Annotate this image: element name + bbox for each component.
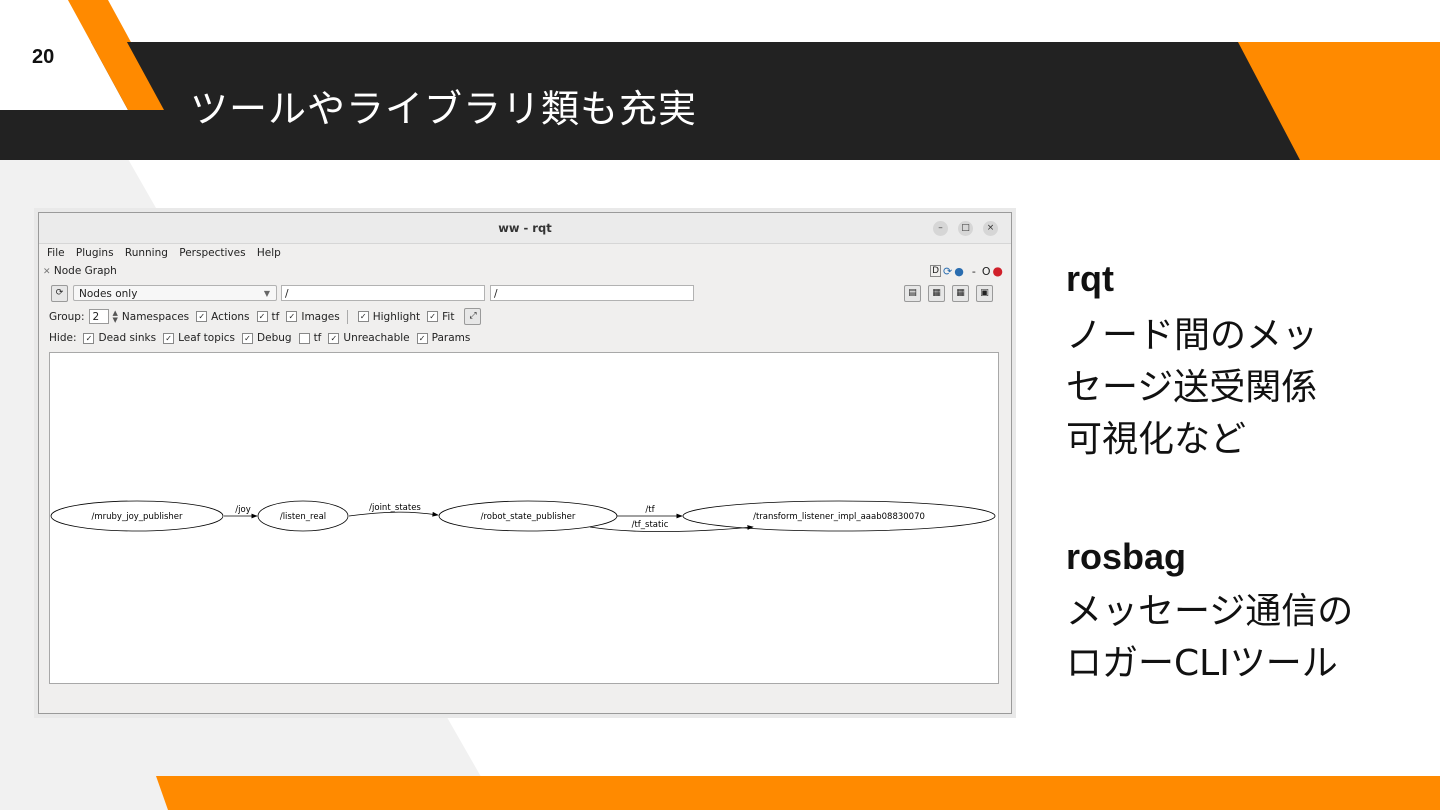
graph-edge [589, 525, 754, 532]
filter-combo-value: Nodes only [79, 288, 138, 300]
images-checkbox[interactable]: ✓ [286, 311, 298, 322]
hide-tf-label: tf [313, 332, 322, 344]
node-label: /mruby_joy_publisher [92, 512, 183, 522]
node-label: /robot_state_publisher [481, 512, 576, 522]
refresh-graph-icon[interactable]: ⟳ [51, 285, 68, 302]
plugin-close-icon[interactable]: ● [993, 264, 1003, 278]
rqt-heading: rqt [1066, 258, 1114, 299]
menu-running[interactable]: Running [125, 247, 168, 259]
group-spinbox[interactable]: 2 [88, 309, 109, 324]
bottom-orange-bar [156, 776, 1440, 810]
rqt-line: セージ送受関係 [1066, 367, 1318, 408]
group-label: Group: [49, 310, 85, 323]
plugin-header: ✕ Node Graph [43, 265, 117, 277]
rqt-window: ww - rqt – □ × File Plugins Running Pers… [38, 212, 1012, 714]
menu-file[interactable]: File [47, 247, 65, 259]
plugin-o-button[interactable]: O [982, 265, 991, 278]
maximize-icon[interactable]: □ [958, 221, 973, 236]
load-dot-icon[interactable]: ▤ [904, 285, 921, 302]
plugin-d-button[interactable]: D [930, 265, 942, 277]
options-row: Group: 2 ▲ ▼ Namespaces ✓ Actions ✓ tf ✓ Ima… [49, 308, 482, 325]
namespace-filter-input[interactable]: / [281, 285, 485, 301]
hide-row: Hide: ✓ Dead sinks ✓ Leaf topics ✓ Debug tf… [49, 332, 470, 344]
actions-label: Actions [211, 310, 250, 323]
hide-tf-checkbox[interactable] [298, 332, 310, 344]
dead-sinks-label: Dead sinks [98, 332, 157, 344]
fit-checkbox[interactable]: ✓ [427, 311, 439, 322]
plugin-icon: ✕ [43, 267, 51, 277]
graph-canvas[interactable]: /mruby_joy_publisher /listen_real /robot… [49, 352, 999, 684]
window-title: ww - rqt [498, 221, 552, 235]
menu-perspectives[interactable]: Perspectives [179, 247, 245, 259]
menu-plugins[interactable]: Plugins [76, 247, 114, 259]
save-svg-icon[interactable]: ▦ [952, 285, 969, 302]
rosbag-description: メッセージ通信の ロガーCLIツール [1066, 586, 1353, 690]
close-icon[interactable]: × [983, 221, 998, 236]
separator [346, 309, 348, 324]
plugin-dash-button[interactable]: - [972, 265, 976, 278]
unreachable-label: Unreachable [343, 332, 410, 344]
debug-checkbox[interactable]: ✓ [242, 332, 254, 344]
highlight-label: Highlight [372, 310, 421, 323]
rqt-line: 可視化など [1066, 419, 1247, 460]
images-label: Images [301, 310, 340, 323]
window-titlebar[interactable]: ww - rqt – □ × [39, 213, 1011, 244]
rosbag-line: メッセージ通信の [1066, 591, 1354, 632]
save-dot-icon[interactable]: ▦ [928, 285, 945, 302]
edge-label: /joy [235, 505, 250, 515]
actions-checkbox[interactable]: ✓ [196, 311, 208, 322]
spin-arrows-icon[interactable]: ▲ ▼ [113, 309, 118, 324]
filter-combo[interactable]: Nodes only ▼ [73, 285, 277, 301]
plugin-title: Node Graph [53, 265, 117, 277]
save-image-icon[interactable]: ▣ [976, 285, 993, 302]
rqt-line: ノード間のメッ [1066, 315, 1319, 356]
tf-label: tf [271, 310, 280, 323]
leaf-topics-label: Leaf topics [178, 332, 236, 344]
page-number: 20 [32, 46, 55, 68]
fit-label: Fit [442, 310, 455, 323]
unreachable-checkbox[interactable]: ✓ [328, 332, 340, 344]
plugin-controls: D ⟳ ● - O ● [930, 264, 1003, 278]
edge-label: /tf [645, 505, 655, 515]
node-label: /listen_real [280, 512, 326, 522]
menu-bar: File Plugins Running Perspectives Help [47, 247, 289, 259]
chevron-down-icon: ▼ [263, 289, 270, 298]
node-label: /transform_listener_impl_aaab08830070 [753, 512, 925, 522]
minimize-icon[interactable]: – [933, 221, 948, 236]
leaf-topics-checkbox[interactable]: ✓ [163, 332, 175, 344]
params-label: Params [431, 332, 471, 344]
topic-filter-input[interactable]: / [490, 285, 694, 301]
params-checkbox[interactable]: ✓ [416, 332, 428, 344]
slide-title: ツールやライブラリ類も充実 [190, 87, 698, 131]
debug-label: Debug [257, 332, 292, 344]
rosbag-line: ロガーCLIツール [1066, 643, 1338, 684]
rqt-description: ノード間のメッ セージ送受関係 可視化など [1066, 310, 1318, 466]
help-icon[interactable]: ● [954, 265, 964, 278]
fit-in-view-icon[interactable]: ⤢ [464, 308, 482, 325]
dead-sinks-checkbox[interactable]: ✓ [83, 332, 95, 344]
hide-label: Hide: [49, 332, 77, 344]
edge-label: /joint_states [369, 503, 421, 513]
highlight-checkbox[interactable]: ✓ [357, 311, 369, 322]
menu-help[interactable]: Help [257, 247, 281, 259]
rosbag-heading: rosbag [1066, 536, 1187, 577]
reload-icon[interactable]: ⟳ [943, 265, 952, 278]
node-graph: /mruby_joy_publisher /listen_real /robot… [50, 500, 996, 532]
edge-label: /tf_static [632, 520, 669, 530]
namespaces-label: Namespaces [121, 310, 190, 323]
tf-checkbox[interactable]: ✓ [256, 311, 268, 322]
